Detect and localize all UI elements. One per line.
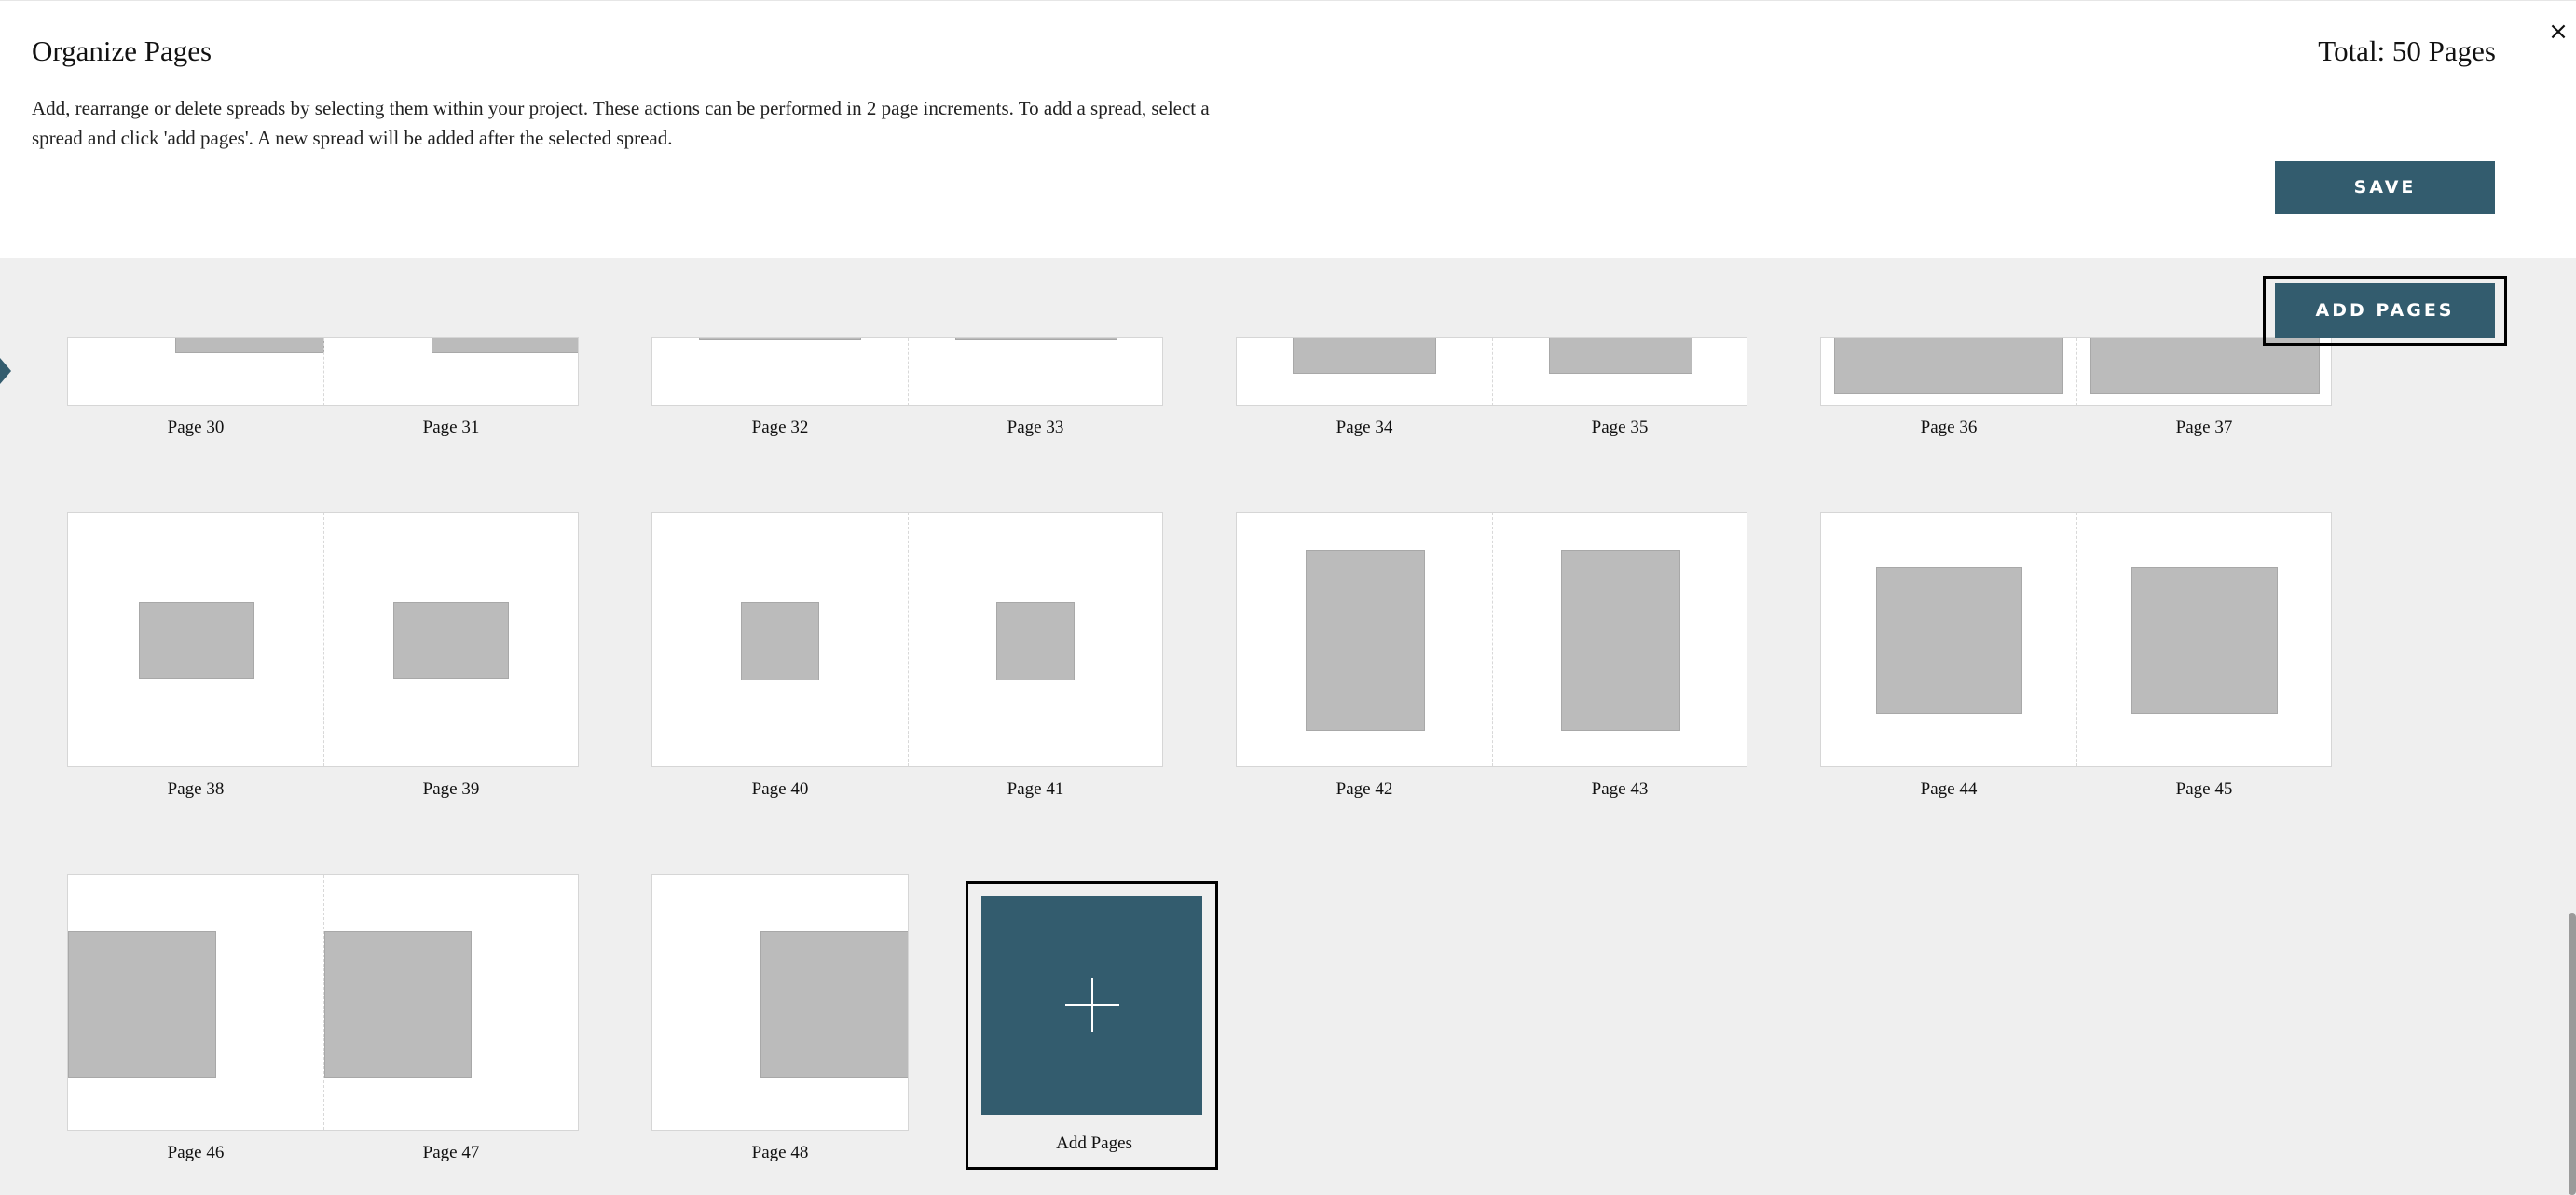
spread-34-35[interactable] — [1236, 337, 1747, 406]
page-38 — [68, 513, 323, 766]
page-label: Page 33 — [1007, 418, 1064, 437]
photo-placeholder — [760, 931, 908, 1078]
photo-placeholder — [68, 931, 216, 1078]
page-46 — [68, 875, 323, 1130]
page-label: Page 35 — [1591, 418, 1649, 437]
spread-30-31[interactable] — [67, 337, 579, 406]
page-label: Page 37 — [2175, 418, 2233, 437]
spread-42-43[interactable] — [1236, 512, 1747, 767]
page-label: Page 38 — [167, 779, 225, 799]
photo-placeholder — [955, 338, 1117, 340]
page-label: Page 30 — [167, 418, 225, 437]
page-label: Page 42 — [1336, 779, 1393, 799]
page-label: Page 40 — [751, 779, 809, 799]
spread-48[interactable] — [651, 874, 909, 1131]
photo-placeholder — [1876, 567, 2022, 714]
plus-icon-vertical — [1091, 978, 1093, 1032]
page-label: Page 32 — [751, 418, 809, 437]
save-button[interactable]: SAVE — [2275, 161, 2495, 214]
add-pages-tile-face — [981, 896, 1202, 1115]
add-pages-tile[interactable]: Add Pages — [966, 881, 1218, 1170]
photo-placeholder — [1834, 338, 2063, 394]
photo-placeholder — [139, 602, 254, 679]
organize-pages-header: Organize Pages Add, rearrange or delete … — [0, 0, 2576, 258]
page-30 — [68, 338, 324, 405]
photo-placeholder — [393, 602, 509, 679]
page-33 — [908, 338, 1162, 405]
page-44 — [1821, 513, 2076, 766]
page-41 — [908, 513, 1162, 766]
page-42 — [1237, 513, 1492, 766]
spread-38-39[interactable] — [67, 512, 579, 767]
page-title: Organize Pages — [32, 34, 212, 67]
page-31 — [323, 338, 578, 405]
page-32 — [652, 338, 908, 405]
page-35 — [1492, 338, 1747, 405]
page-45 — [2076, 513, 2331, 766]
photo-placeholder — [432, 338, 578, 353]
page-43 — [1492, 513, 1747, 766]
add-pages-button[interactable]: ADD PAGES — [2275, 283, 2495, 338]
photo-placeholder — [1293, 338, 1436, 374]
page-47 — [323, 875, 578, 1130]
photo-placeholder — [2131, 567, 2278, 714]
page-label: Page 45 — [2175, 779, 2233, 799]
page-label: Page 39 — [422, 779, 480, 799]
photo-placeholder — [2090, 338, 2320, 394]
page-40 — [652, 513, 908, 766]
spreads-grid: Page 30 Page 31 Page 32 Page 33 Page 34 … — [0, 337, 2576, 1195]
page-label: Page 43 — [1591, 779, 1649, 799]
page-label: Page 31 — [422, 418, 480, 437]
photo-placeholder — [741, 602, 819, 680]
photo-placeholder — [1549, 338, 1692, 374]
instructions-text: Add, rearrange or delete spreads by sele… — [32, 97, 1210, 149]
page-39 — [323, 513, 578, 766]
page-label: Page 47 — [422, 1143, 480, 1162]
page-label: Page 41 — [1007, 779, 1064, 799]
page-37 — [2076, 338, 2331, 405]
photo-placeholder — [1561, 550, 1680, 731]
close-icon[interactable]: × — [2544, 18, 2572, 46]
page-label: Page 44 — [1920, 779, 1978, 799]
page-label: Page 34 — [1336, 418, 1393, 437]
photo-placeholder — [1306, 550, 1425, 731]
page-label: Page 46 — [167, 1143, 225, 1162]
photo-placeholder — [324, 931, 472, 1078]
total-pages-count: Total: 50 Pages — [2318, 34, 2496, 67]
photo-placeholder — [699, 338, 861, 340]
spread-32-33[interactable] — [651, 337, 1163, 406]
spread-46-47[interactable] — [67, 874, 579, 1131]
add-pages-tile-label: Add Pages — [1056, 1133, 1132, 1153]
page-48 — [652, 875, 908, 1130]
vertical-scrollbar[interactable] — [2569, 913, 2576, 1195]
spread-40-41[interactable] — [651, 512, 1163, 767]
page-34 — [1237, 338, 1492, 405]
photo-placeholder — [175, 338, 324, 353]
spread-36-37[interactable] — [1820, 337, 2332, 406]
photo-placeholder — [996, 602, 1075, 680]
page-36 — [1821, 338, 2076, 405]
spread-44-45[interactable] — [1820, 512, 2332, 767]
page-label: Page 48 — [751, 1143, 809, 1162]
page-label: Page 36 — [1920, 418, 1978, 437]
